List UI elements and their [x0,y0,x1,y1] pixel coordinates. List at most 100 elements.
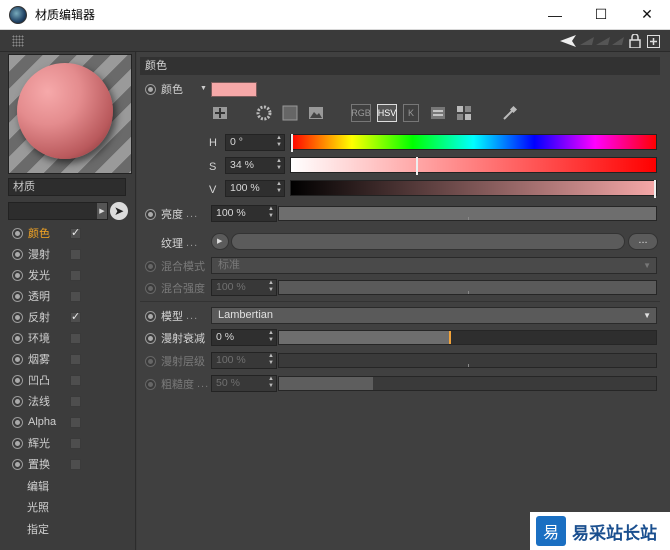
channel-item[interactable]: 透明 [12,287,81,305]
s-value-field[interactable]: 34 % ▲ ▼ [225,157,285,174]
swatches-mode-icon[interactable] [455,104,473,122]
channel-checkbox[interactable] [70,248,81,260]
diffuse-falloff-anim-radio[interactable] [145,332,156,344]
roughness-label: 粗糙度 [161,379,194,391]
channel-checkbox[interactable] [70,353,81,365]
channel-illumination[interactable]: 光照 [27,499,49,515]
texture-menu-button[interactable]: ▶ [211,233,229,250]
maximize-button[interactable]: ☐ [578,0,624,30]
material-name-field[interactable]: 材质 [8,178,126,196]
close-button[interactable]: ✕ [624,0,670,30]
cursor-pick-icon[interactable]: ➤ [110,202,128,220]
spin-arrows-icon[interactable]: ▲ ▼ [268,330,274,344]
value-slider-handle[interactable] [654,180,656,198]
channel-checkbox[interactable] [70,416,81,428]
color-anim-radio[interactable] [145,83,156,95]
saturation-slider-handle[interactable] [416,157,418,175]
minimize-button[interactable]: — [532,0,578,30]
diffuse-falloff-slider[interactable] [278,330,657,345]
channel-item[interactable]: Alpha [12,413,81,431]
channel-anim-radio[interactable] [12,374,23,386]
material-preview[interactable] [8,54,132,174]
channel-anim-radio[interactable] [12,458,23,470]
channel-item[interactable]: 法线 [12,392,81,410]
channel-item[interactable]: 辉光 [12,434,81,452]
brightness-slider[interactable] [278,206,657,221]
channel-item[interactable]: 颜色 ✓ [12,224,81,242]
hsv-mode-icon[interactable]: HSV [377,104,397,122]
channel-checkbox[interactable]: ✓ [70,311,81,323]
image-mode-icon[interactable] [307,104,325,122]
hue-slider[interactable] [290,134,657,152]
drag-grip-icon[interactable] [12,35,24,47]
channel-anim-radio[interactable] [12,311,23,323]
channel-anim-radio[interactable] [12,353,23,365]
channel-assignment[interactable]: 指定 [27,521,49,537]
history-arrows-icon[interactable] [580,33,624,49]
h-value-field[interactable]: 0 ° ▲ ▼ [225,134,285,151]
spin-arrows-icon[interactable]: ▲ ▼ [276,135,282,149]
color-wheel-mode-icon[interactable] [211,104,229,122]
channel-checkbox[interactable] [70,332,81,344]
color-swatch[interactable] [211,82,257,97]
back-arrow-icon[interactable] [560,33,576,49]
channel-checkbox[interactable] [70,437,81,449]
channel-anim-radio[interactable] [12,395,23,407]
channel-item[interactable]: 发光 [12,266,81,284]
diffuse-falloff-field[interactable]: 0 % ▲ ▼ [211,329,277,346]
channel-item[interactable]: 环境 [12,329,81,347]
channel-checkbox[interactable] [70,395,81,407]
gradient-mode-icon[interactable] [281,104,299,122]
roughness-value: 50 % [216,377,240,389]
kelvin-mode-icon[interactable]: K [403,104,419,122]
spin-arrows-icon[interactable]: ▲ ▼ [276,158,282,172]
model-dropdown[interactable]: Lambertian ▼ [211,307,657,324]
channel-filter-combo[interactable]: ▶ [8,202,108,220]
channel-anim-radio[interactable] [12,269,23,281]
hue-slider-handle[interactable] [291,134,293,152]
channel-anim-radio[interactable] [12,416,23,428]
channel-anim-radio[interactable] [12,332,23,344]
label-dots: ... [186,208,199,220]
model-anim-radio[interactable] [145,310,156,322]
channel-anim-radio[interactable] [12,227,23,239]
channel-item[interactable]: 凹凸 [12,371,81,389]
chevron-right-icon[interactable]: ▶ [97,203,107,219]
spectrum-mode-icon[interactable] [255,104,273,122]
channel-anim-radio[interactable] [12,248,23,260]
value-slider[interactable] [290,180,657,198]
channel-item[interactable]: 反射 ✓ [12,308,81,326]
texture-row-label: 纹理 ... [145,235,198,251]
texture-slot[interactable] [231,233,625,250]
texture-browse-button[interactable]: ... [628,233,658,250]
h-label: H [209,137,217,149]
diffuse-falloff-handle[interactable] [449,331,451,344]
blend-mode-label: 混合模式 [161,261,205,273]
mixer-mode-icon[interactable] [429,104,447,122]
channel-item[interactable]: 漫射 [12,245,81,263]
spin-arrows-icon[interactable]: ▲ ▼ [268,206,274,220]
cinema4d-app-icon [9,5,27,24]
new-panel-icon[interactable] [646,33,660,49]
caret-down-icon[interactable]: ▼ [200,85,207,92]
channel-checkbox[interactable] [70,269,81,281]
rgb-mode-icon[interactable]: RGB [351,104,371,122]
channel-checkbox[interactable]: ✓ [70,227,81,239]
channel-item[interactable]: 烟雾 [12,350,81,368]
channel-edit[interactable]: 编辑 [27,478,49,494]
diffuse-level-slider [278,353,657,368]
channel-anim-radio[interactable] [12,290,23,302]
saturation-slider[interactable] [290,157,657,175]
spin-arrows-icon[interactable]: ▲ ▼ [276,181,282,195]
roughness-slider [278,376,657,391]
channel-checkbox[interactable] [70,290,81,302]
v-value-field[interactable]: 100 % ▲ ▼ [225,180,285,197]
brightness-anim-radio[interactable] [145,208,156,220]
channel-checkbox[interactable] [70,458,81,470]
channel-checkbox[interactable] [70,374,81,386]
brightness-value-field[interactable]: 100 % ▲ ▼ [211,205,277,222]
channel-anim-radio[interactable] [12,437,23,449]
lock-icon[interactable] [628,33,642,49]
eyedropper-icon[interactable] [501,104,519,122]
channel-item[interactable]: 置换 [12,455,81,473]
